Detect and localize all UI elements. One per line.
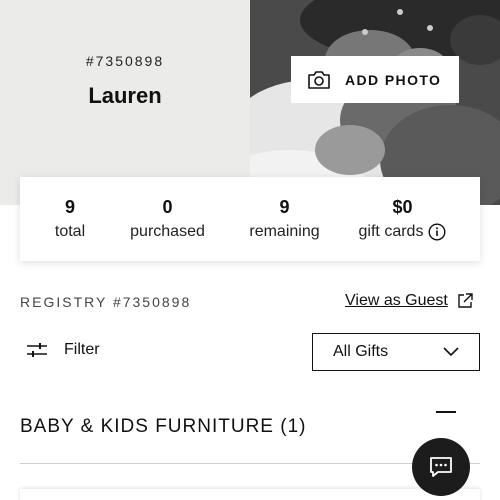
registry-stats-card: 9 total 0 purchased 9 remaining $0 gift …	[20, 177, 480, 261]
gift-type-selected-value: All Gifts	[333, 343, 389, 360]
stat-purchased-value: 0	[162, 197, 173, 217]
camera-icon	[308, 70, 330, 89]
view-as-guest-label: View as Guest	[345, 292, 448, 309]
stat-purchased-label: purchased	[130, 223, 205, 240]
registry-hero: #7350898 Lauren ADD PHOTO	[0, 0, 500, 205]
minus-icon[interactable]	[436, 411, 456, 413]
add-photo-label: ADD PHOTO	[345, 71, 442, 88]
stat-purchased: 0 purchased	[115, 177, 220, 261]
add-photo-button[interactable]: ADD PHOTO	[291, 56, 459, 103]
stat-remaining: 9 remaining	[233, 177, 336, 261]
product-card[interactable]	[20, 489, 480, 500]
filter-label: Filter	[64, 341, 100, 358]
chat-icon	[430, 457, 452, 477]
info-icon[interactable]	[428, 223, 446, 241]
category-heading: BABY & KIDS FURNITURE (1)	[20, 416, 307, 437]
external-link-icon	[458, 293, 473, 308]
stat-gift-cards[interactable]: $0 gift cards	[350, 177, 455, 261]
stat-gift-cards-label: gift cards	[358, 223, 424, 240]
registry-number: #7350898	[85, 53, 165, 69]
stat-total: 9 total	[20, 177, 120, 261]
stat-total-label: total	[54, 223, 86, 240]
sliders-icon	[27, 343, 47, 357]
stat-total-value: 9	[64, 197, 75, 217]
chevron-down-icon	[443, 347, 459, 357]
stat-remaining-value: 9	[279, 197, 290, 217]
stat-remaining-label: remaining	[249, 223, 320, 240]
filter-button[interactable]: Filter	[26, 340, 100, 360]
stat-gift-cards-value: $0	[392, 197, 413, 217]
section-divider	[20, 463, 480, 464]
view-as-guest-link[interactable]: View as Guest	[345, 292, 474, 310]
gift-type-select[interactable]: All Gifts	[312, 333, 480, 371]
registry-id-label: REGISTRY #7350898	[20, 294, 192, 310]
registry-owner-name: Lauren	[88, 83, 162, 108]
chat-button[interactable]	[412, 438, 470, 496]
